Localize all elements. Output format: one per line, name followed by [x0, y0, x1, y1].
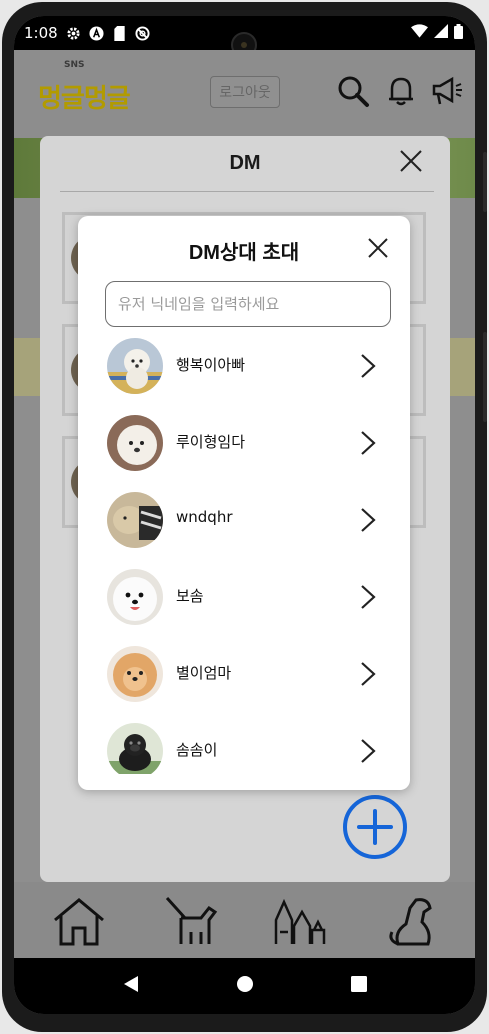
search-icon[interactable]: [336, 74, 370, 108]
user-name: wndqhr: [176, 508, 233, 526]
user-list: 행복이아빠 루이형임다 wndqhr 보솜 별이엄마 솜솜이: [78, 334, 410, 774]
home-circle-icon[interactable]: [236, 975, 254, 997]
avatar: [107, 492, 163, 548]
guide-dog-icon[interactable]: [159, 892, 219, 952]
logout-button[interactable]: 로그아웃: [210, 76, 280, 108]
avatar: [107, 569, 163, 625]
chevron-right-icon[interactable]: [358, 737, 378, 765]
battery-icon: [454, 23, 463, 43]
add-dm-button[interactable]: [342, 794, 408, 860]
divider: [60, 191, 434, 192]
user-name: 솜솜이: [176, 741, 218, 759]
user-name: 별이엄마: [176, 664, 232, 682]
sd-card-icon: [112, 25, 127, 41]
a-badge-icon: [89, 25, 104, 41]
signal-icon: [434, 24, 448, 42]
blocked-icon: [135, 25, 150, 41]
chevron-right-icon[interactable]: [358, 429, 378, 457]
nickname-search-input[interactable]: [105, 281, 391, 327]
chevron-right-icon[interactable]: [358, 352, 378, 380]
list-item[interactable]: 행복이아빠: [78, 334, 410, 398]
list-item[interactable]: wndqhr: [78, 488, 410, 552]
dm-title: DM: [229, 152, 261, 174]
avatar: [107, 338, 163, 394]
logo-badge: SNS: [64, 60, 85, 70]
avatar: [107, 646, 163, 702]
list-item[interactable]: 루이형임다: [78, 411, 410, 475]
wifi-icon: [411, 24, 428, 42]
gear-icon: [66, 26, 81, 41]
recents-icon[interactable]: [350, 976, 367, 996]
status-time: 1:08: [24, 24, 58, 42]
chevron-right-icon[interactable]: [358, 506, 378, 534]
phone-frame: 1:08 SNS 멍글멍글 로그아웃 DM DM상대 초대 유저 닉네임을 입력…: [2, 2, 487, 1032]
modal-title: DM상대 초대: [188, 242, 300, 264]
app-logo[interactable]: 멍글멍글: [38, 78, 131, 115]
list-item[interactable]: 보솜: [78, 565, 410, 629]
power-button: [483, 332, 487, 422]
home-icon[interactable]: [49, 892, 109, 952]
dog-group-icon[interactable]: [270, 892, 330, 952]
close-icon[interactable]: [366, 236, 390, 260]
screen: 1:08 SNS 멍글멍글 로그아웃 DM DM상대 초대 유저 닉네임을 입력…: [14, 16, 475, 1014]
user-name: 보솜: [176, 587, 204, 605]
chevron-right-icon[interactable]: [358, 660, 378, 688]
dog-sitting-icon[interactable]: [380, 892, 440, 952]
volume-button: [483, 152, 487, 212]
back-icon[interactable]: [122, 975, 140, 997]
system-nav-bar: [14, 958, 475, 1014]
user-name: 행복이아빠: [176, 356, 246, 374]
megaphone-icon[interactable]: [430, 74, 464, 108]
list-item[interactable]: 별이엄마: [78, 642, 410, 706]
close-icon[interactable]: [398, 148, 424, 174]
invite-modal: DM상대 초대 행복이아빠: [78, 216, 410, 790]
chevron-right-icon[interactable]: [358, 583, 378, 611]
avatar: [107, 415, 163, 471]
list-item[interactable]: 솜솜이: [78, 719, 410, 774]
bottom-nav: [14, 882, 475, 962]
bell-icon[interactable]: [384, 74, 418, 108]
user-name: 루이형임다: [176, 433, 246, 451]
avatar: [107, 723, 163, 774]
